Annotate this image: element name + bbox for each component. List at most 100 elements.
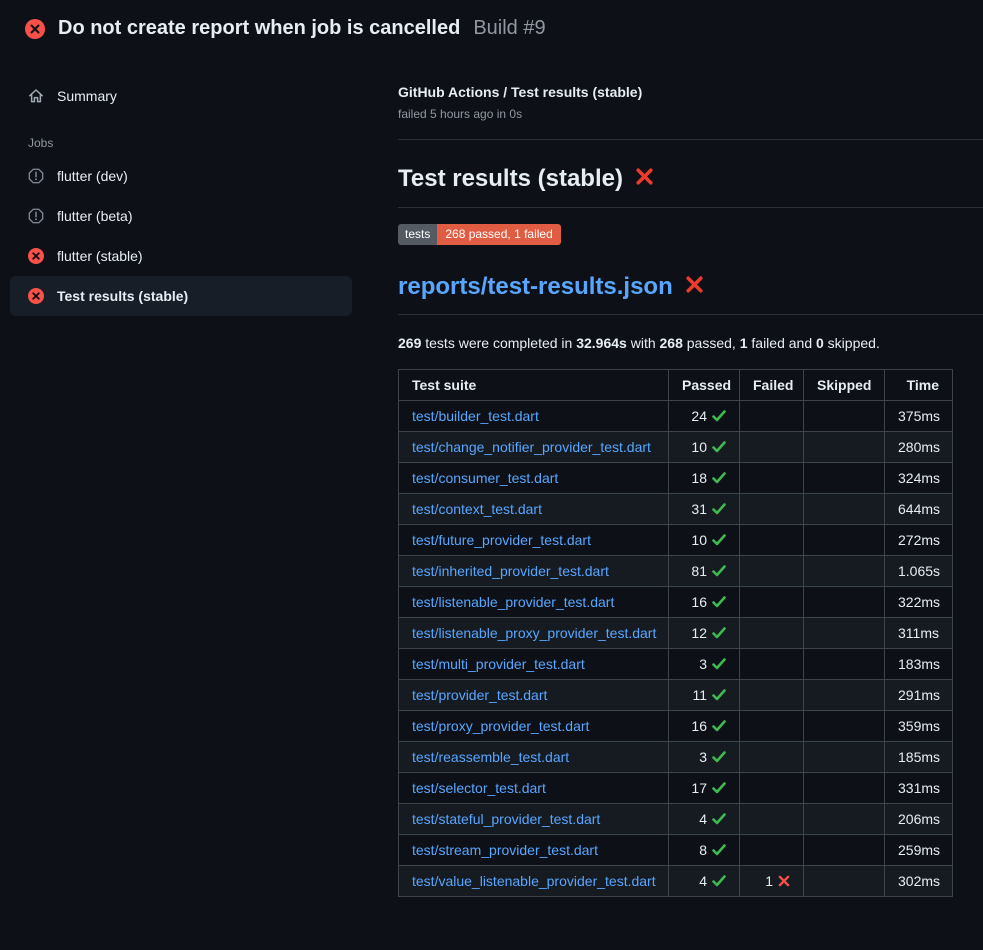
- sidebar-item-flutter-stable[interactable]: flutter (stable): [10, 236, 352, 276]
- time-cell: 375ms: [885, 401, 953, 432]
- passed-cell-value: 3: [699, 656, 707, 672]
- table-row: test/builder_test.dart 24 375ms: [399, 401, 953, 432]
- test-suite-cell: test/selector_test.dart: [399, 773, 669, 804]
- failed-cell: [740, 618, 804, 649]
- passed-cell-value: 11: [692, 687, 707, 703]
- test-suite-cell: test/reassemble_test.dart: [399, 742, 669, 773]
- test-suite-link[interactable]: test/future_provider_test.dart: [412, 532, 591, 548]
- col-passed: Passed: [669, 370, 740, 401]
- passed-cell-value: 12: [691, 625, 707, 641]
- failed-cell: [740, 463, 804, 494]
- skipped-cell: [804, 680, 885, 711]
- test-suite-link[interactable]: test/reassemble_test.dart: [412, 749, 569, 765]
- summary-segment: 269: [398, 335, 421, 351]
- passed-cell-value: 10: [691, 439, 707, 455]
- badge-value: 268 passed, 1 failed: [437, 224, 560, 245]
- table-row: test/value_listenable_provider_test.dart…: [399, 866, 953, 897]
- passed-cell: 24: [669, 401, 740, 432]
- skipped-cell: [804, 525, 885, 556]
- test-suite-link[interactable]: test/builder_test.dart: [412, 408, 539, 424]
- test-suite-link[interactable]: test/change_notifier_provider_test.dart: [412, 439, 651, 455]
- table-row: test/selector_test.dart17331ms: [399, 773, 953, 804]
- table-header-row: Test suite Passed Failed Skipped Time: [399, 370, 953, 401]
- tests-badge: tests 268 passed, 1 failed: [398, 224, 561, 245]
- test-suite-link[interactable]: test/inherited_provider_test.dart: [412, 563, 609, 579]
- time-cell: 183ms: [885, 649, 953, 680]
- time-cell: 185ms: [885, 742, 953, 773]
- skipped-cell: [804, 463, 885, 494]
- passed-cell: 11: [669, 680, 740, 711]
- test-suite-cell: test/listenable_provider_test.dart: [399, 587, 669, 618]
- skipped-cell: [804, 773, 885, 804]
- jobs-section-label: Jobs: [10, 136, 352, 150]
- sidebar: Summary Jobs flutter (dev) flutter (beta…: [0, 54, 398, 316]
- failed-cell: [740, 711, 804, 742]
- main-content: GitHub Actions / Test results (stable) f…: [398, 54, 983, 897]
- test-suite-link[interactable]: test/provider_test.dart: [412, 687, 547, 703]
- sidebar-item-label: Summary: [57, 88, 117, 104]
- failed-cell: [740, 773, 804, 804]
- time-cell: 311ms: [885, 618, 953, 649]
- time-cell: 324ms: [885, 463, 953, 494]
- skipped-cell: [804, 742, 885, 773]
- failed-cell: [740, 432, 804, 463]
- test-suite-link[interactable]: test/consumer_test.dart: [412, 470, 558, 486]
- summary-segment: failed and: [748, 335, 817, 351]
- check-icon: [712, 658, 726, 670]
- report-file-link[interactable]: reports/test-results.json: [398, 272, 983, 315]
- run-head-block: GitHub Actions / Test results (stable) f…: [398, 84, 983, 140]
- test-suite-cell: test/context_test.dart: [399, 494, 669, 525]
- test-suite-link[interactable]: test/proxy_provider_test.dart: [412, 718, 589, 734]
- test-suite-link[interactable]: test/listenable_proxy_provider_test.dart: [412, 625, 656, 641]
- test-suite-link[interactable]: test/multi_provider_test.dart: [412, 656, 585, 672]
- failed-cell: [740, 680, 804, 711]
- failed-cell: [740, 401, 804, 432]
- check-icon: [712, 410, 726, 422]
- passed-cell-value: 4: [699, 811, 707, 827]
- sidebar-item-flutter-beta[interactable]: flutter (beta): [10, 196, 352, 236]
- sidebar-item-flutter-dev[interactable]: flutter (dev): [10, 156, 352, 196]
- table-row: test/change_notifier_provider_test.dart 1…: [399, 432, 953, 463]
- passed-cell-value: 24: [691, 408, 707, 424]
- test-suite-link[interactable]: test/value_listenable_provider_test.dart: [412, 873, 656, 889]
- sidebar-item-test-results-stable[interactable]: Test results (stable): [10, 276, 352, 316]
- test-suite-cell: test/stateful_provider_test.dart: [399, 804, 669, 835]
- time-cell: 1.065s: [885, 556, 953, 587]
- test-suite-cell: test/consumer_test.dart: [399, 463, 669, 494]
- test-suite-link[interactable]: test/listenable_provider_test.dart: [412, 594, 614, 610]
- test-suite-link[interactable]: test/context_test.dart: [412, 501, 542, 517]
- passed-cell-value: 16: [691, 594, 707, 610]
- stop-octagon-icon: [28, 208, 44, 224]
- test-suite-link[interactable]: test/stream_provider_test.dart: [412, 842, 598, 858]
- passed-cell: 17: [669, 773, 740, 804]
- sidebar-item-label: Test results (stable): [57, 288, 188, 304]
- sidebar-item-label: flutter (beta): [57, 208, 132, 224]
- passed-cell-value: 17: [691, 780, 707, 796]
- test-suite-cell: test/future_provider_test.dart: [399, 525, 669, 556]
- passed-cell: 16: [669, 587, 740, 618]
- stop-octagon-icon: [28, 168, 44, 184]
- skipped-cell: [804, 866, 885, 897]
- skipped-cell: [804, 494, 885, 525]
- build-number: Build #9: [473, 17, 545, 40]
- test-suite-link[interactable]: test/stateful_provider_test.dart: [412, 811, 600, 827]
- passed-cell: 3: [669, 649, 740, 680]
- table-row: test/stateful_provider_test.dart4206ms: [399, 804, 953, 835]
- skipped-cell: [804, 649, 885, 680]
- sidebar-item-summary[interactable]: Summary: [10, 80, 352, 112]
- skipped-cell: [804, 556, 885, 587]
- passed-cell: 10: [669, 432, 740, 463]
- passed-cell-value: 81: [691, 563, 707, 579]
- test-suite-link[interactable]: test/selector_test.dart: [412, 780, 546, 796]
- skipped-cell: [804, 804, 885, 835]
- failed-cell: 1: [740, 866, 804, 897]
- passed-cell: 18: [669, 463, 740, 494]
- check-icon: [712, 875, 726, 887]
- table-row: test/multi_provider_test.dart 3 183ms: [399, 649, 953, 680]
- skipped-cell: [804, 587, 885, 618]
- passed-cell-value: 10: [691, 532, 707, 548]
- x-icon: [778, 875, 790, 887]
- passed-cell: 81: [669, 556, 740, 587]
- table-row: test/provider_test.dart11291ms: [399, 680, 953, 711]
- col-failed: Failed: [740, 370, 804, 401]
